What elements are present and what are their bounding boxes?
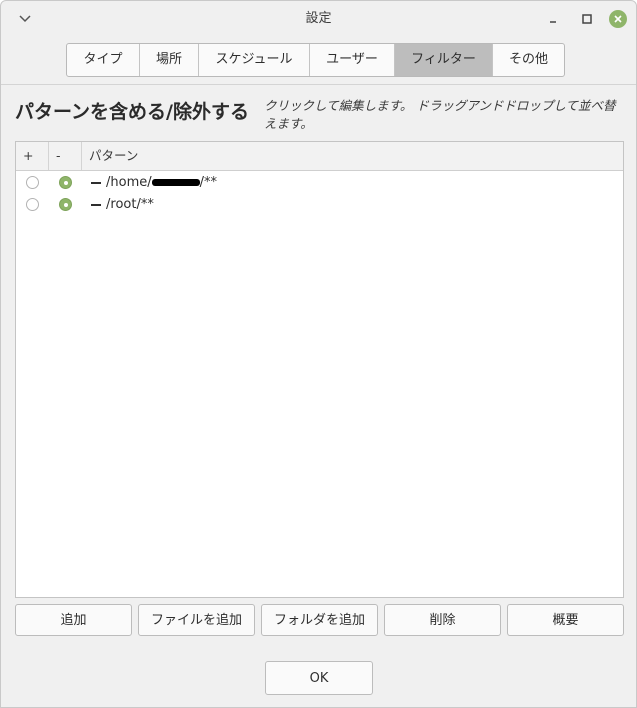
pattern-cell[interactable]: /home/ /** bbox=[91, 172, 217, 194]
tab-users[interactable]: ユーザー bbox=[310, 44, 395, 76]
include-radio[interactable] bbox=[26, 176, 39, 189]
column-header-pattern[interactable]: パターン bbox=[82, 142, 623, 170]
column-header-include[interactable]: + bbox=[16, 142, 49, 170]
dash-icon bbox=[91, 203, 101, 206]
column-header-exclude[interactable]: - bbox=[49, 142, 82, 170]
tab-schedule[interactable]: スケジュール bbox=[199, 44, 310, 76]
ok-button[interactable]: OK bbox=[265, 661, 373, 695]
tab-bar: タイプ 場所 スケジュール ユーザー フィルター その他 bbox=[66, 43, 565, 77]
tab-filter[interactable]: フィルター bbox=[395, 44, 493, 76]
pattern-cell[interactable]: /root/** bbox=[91, 194, 154, 216]
add-file-button[interactable]: ファイルを追加 bbox=[138, 604, 255, 636]
minimize-icon[interactable] bbox=[543, 9, 563, 29]
table-row[interactable]: /home/ /** bbox=[16, 172, 623, 194]
table-row[interactable]: /root/** bbox=[16, 194, 623, 216]
delete-button[interactable]: 削除 bbox=[384, 604, 501, 636]
dash-icon bbox=[91, 181, 101, 184]
tab-other[interactable]: その他 bbox=[493, 44, 564, 76]
redaction-mark bbox=[151, 179, 200, 186]
title-bar: 設定 bbox=[1, 1, 636, 37]
add-button[interactable]: 追加 bbox=[15, 604, 132, 636]
tab-type[interactable]: タイプ bbox=[67, 44, 140, 76]
section-hint: クリックして編集します。 ドラッグアンドドロップして並べ替えます。 bbox=[264, 98, 616, 131]
pattern-prefix: /home/ bbox=[106, 175, 152, 190]
exclude-radio[interactable] bbox=[59, 198, 72, 211]
tab-location[interactable]: 場所 bbox=[140, 44, 199, 76]
window-title: 設定 bbox=[305, 11, 332, 26]
pattern-prefix: /root/** bbox=[106, 197, 154, 212]
chevron-down-icon[interactable] bbox=[15, 9, 35, 29]
summary-button[interactable]: 概要 bbox=[507, 604, 624, 636]
exclude-radio[interactable] bbox=[59, 176, 72, 189]
list-header: + - パターン bbox=[16, 142, 623, 171]
pattern-list[interactable]: + - パターン /home/ /** /root/** bbox=[15, 141, 624, 598]
include-radio[interactable] bbox=[26, 198, 39, 211]
section-heading: パターンを含める/除外する bbox=[15, 101, 249, 123]
settings-window: 設定 タイプ 場所 スケジュール ユーザー フィルター その他 パターンを含める… bbox=[0, 0, 637, 708]
pattern-suffix: /** bbox=[199, 175, 218, 190]
maximize-icon[interactable] bbox=[577, 9, 597, 29]
add-folder-button[interactable]: フォルダを追加 bbox=[261, 604, 378, 636]
content-divider bbox=[1, 84, 636, 85]
close-icon[interactable] bbox=[609, 10, 627, 28]
